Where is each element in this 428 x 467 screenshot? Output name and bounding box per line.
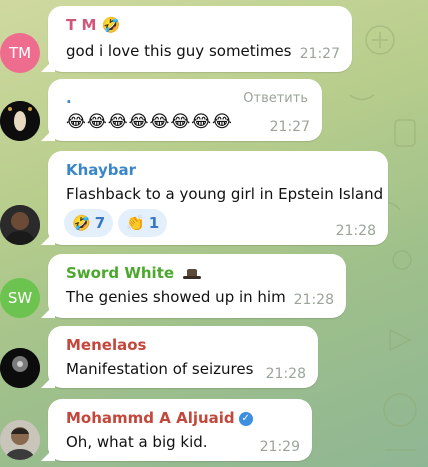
reply-button[interactable]: Ответить (243, 91, 308, 106)
avatar-mohammd[interactable] (0, 420, 40, 460)
sender-name[interactable]: Khaybar (66, 161, 136, 179)
avatar-dot[interactable] (0, 101, 40, 141)
clapping-hands-icon: 👏 (126, 214, 145, 232)
message-time: 21:28 (265, 366, 306, 382)
avatar-tm[interactable]: TM (0, 33, 40, 73)
message-bubble[interactable]: T M 🤣 god i love this guy sometimes 21:2… (48, 6, 352, 72)
message-time: 21:29 (259, 439, 300, 455)
avatar-figure-icon (0, 101, 40, 141)
reaction-count: 1 (148, 214, 160, 232)
message-time: 21:27 (269, 119, 310, 135)
verified-check-icon: ✓ (238, 411, 253, 426)
avatar-menelaos[interactable] (0, 348, 40, 388)
reaction-clap[interactable]: 👏 1 (118, 209, 168, 237)
sender-name[interactable]: Sword White (66, 264, 202, 282)
sender-name[interactable]: Mohammd A Aljuaid ✓ (66, 409, 253, 427)
message-bubble[interactable]: Mohammd A Aljuaid ✓ Oh, what a big kid. 2… (48, 399, 312, 461)
message-text: Manifestation of seizures (66, 360, 254, 378)
message-time: 21:28 (335, 223, 376, 239)
avatar-person-icon (0, 205, 40, 245)
avatar-flower-icon (0, 348, 40, 388)
avatar-sw[interactable]: SW (0, 278, 40, 318)
message-bubble[interactable]: Khaybar Flashback to a young girl in Eps… (48, 151, 388, 245)
avatar-person-icon (0, 420, 40, 460)
message-time: 21:28 (293, 292, 334, 308)
message-time: 21:27 (299, 46, 340, 62)
sender-name[interactable]: T M 🤣 (66, 16, 120, 34)
sender-name[interactable]: Menelaos (66, 336, 146, 354)
laughing-face-icon: 🤣 (101, 16, 121, 34)
rofl-icon: 🤣 (72, 214, 91, 232)
sender-name[interactable]: . (66, 89, 72, 107)
reaction-count: 7 (94, 214, 106, 232)
hat-icon (183, 268, 202, 279)
message-bubble[interactable]: Menelaos Manifestation of seizures 21:28 (48, 326, 318, 388)
message-bubble[interactable]: . Ответить 😂😂😂😂😂😂😂😂 21:27 (48, 79, 322, 141)
message-bubble[interactable]: Sword White The genies showed up in him … (48, 254, 346, 318)
message-text: Oh, what a big kid. (66, 433, 208, 451)
avatar-khaybar[interactable] (0, 205, 40, 245)
message-text: 😂😂😂😂😂😂😂😂 (66, 112, 233, 132)
message-text: god i love this guy sometimes (66, 42, 292, 60)
reaction-rofl[interactable]: 🤣 7 (64, 209, 114, 237)
message-text: Flashback to a young girl in Epstein Isl… (66, 185, 384, 203)
message-text: The genies showed up in him (66, 288, 286, 306)
